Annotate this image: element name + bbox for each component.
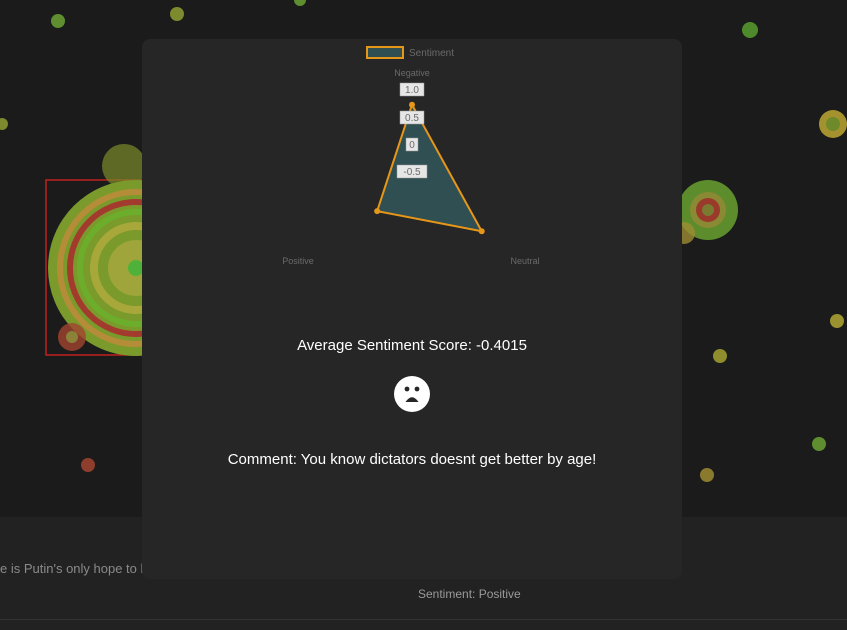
data-point-negative: [409, 101, 415, 108]
average-sentiment-score: Average Sentiment Score: -0.4015: [297, 337, 527, 354]
bubble[interactable]: [170, 7, 184, 21]
tick-label: 1.0: [405, 85, 419, 96]
bubble[interactable]: [700, 468, 714, 482]
axis-label-negative: Negative: [394, 68, 430, 78]
bubble[interactable]: [830, 314, 844, 328]
tick-label: 0.5: [405, 113, 419, 124]
legend-label: Sentiment: [409, 48, 454, 59]
background-sentiment-label: Sentiment: Positive: [418, 587, 521, 601]
bubble[interactable]: [294, 0, 306, 6]
legend-swatch: [366, 46, 404, 59]
bubble[interactable]: [0, 118, 8, 130]
axis-label-neutral: Neutral: [510, 256, 539, 266]
comment-text: Comment: You know dictators doesnt get b…: [227, 451, 597, 468]
axis-label-positive: Positive: [282, 256, 314, 266]
data-point-neutral: [478, 228, 485, 235]
background-comment-text: e is Putin's only hope to h: [0, 561, 148, 576]
divider: [0, 619, 847, 620]
sentiment-modal[interactable]: Sentiment Negative Neutral Positive 1.0 0.5 0 -…: [142, 39, 682, 579]
sentiment-radar-chart: Sentiment Negative Neutral Positive 1.0 0.5 0 -…: [282, 46, 540, 266]
bubble[interactable]: [81, 458, 95, 472]
sentiment-area: [376, 103, 483, 233]
sad-face-icon: [394, 376, 430, 412]
bubble[interactable]: [51, 14, 65, 28]
bubble[interactable]: [742, 22, 758, 38]
bubble[interactable]: [812, 437, 826, 451]
tick-label: -0.5: [403, 167, 421, 178]
bubble[interactable]: [713, 349, 727, 363]
data-point-positive: [374, 208, 381, 215]
tick-label: 0: [409, 140, 415, 151]
